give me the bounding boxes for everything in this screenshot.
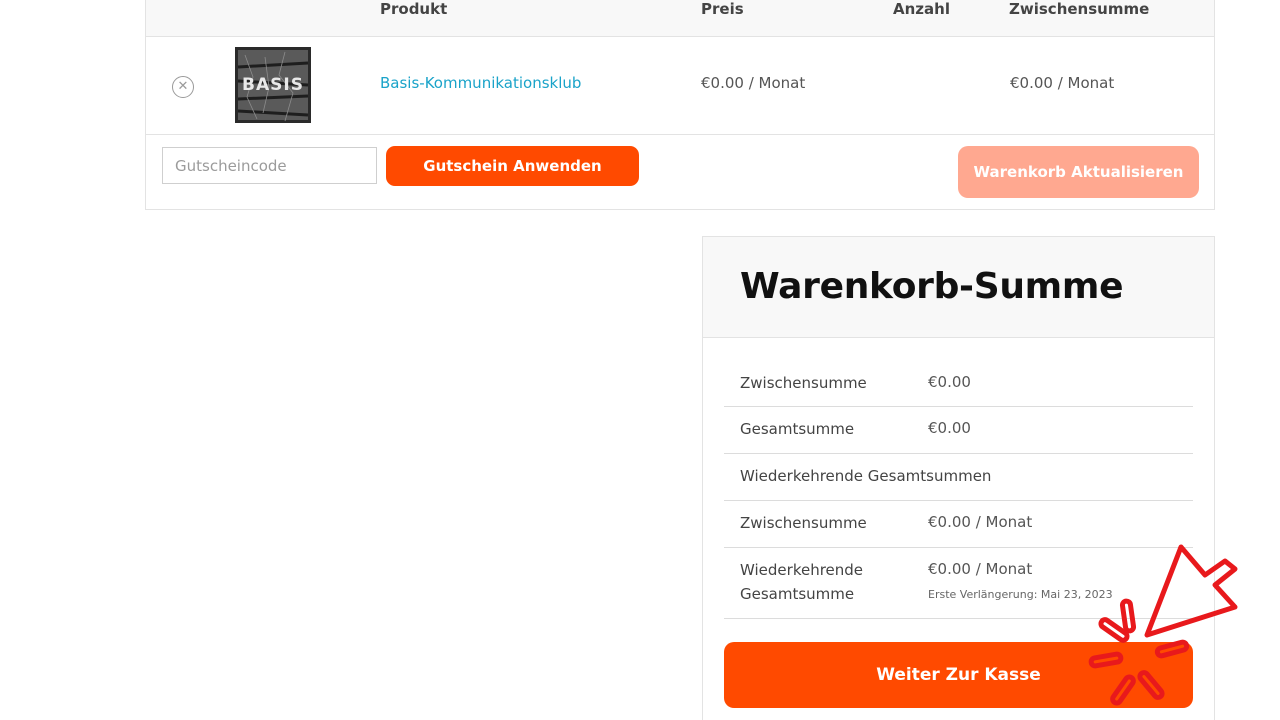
- totals-value: €0.00 / Monat: [928, 560, 1033, 578]
- apply-coupon-button[interactable]: Gutschein Anwenden: [386, 146, 639, 186]
- product-name-link[interactable]: Basis-Kommunikationsklub: [380, 74, 581, 92]
- totals-row-recurring-total: Wiederkehrende Gesamtsumme €0.00 / Monat…: [724, 548, 1193, 619]
- product-thumbnail[interactable]: BASIS: [235, 47, 311, 123]
- totals-value: €0.00: [928, 373, 971, 391]
- coupon-code-input[interactable]: [162, 147, 377, 184]
- totals-value: €0.00: [928, 419, 971, 437]
- item-price: €0.00 / Monat: [701, 74, 806, 92]
- first-renewal-note: Erste Verlängerung: Mai 23, 2023: [928, 588, 1113, 601]
- totals-value: €0.00 / Monat: [928, 513, 1033, 531]
- totals-label: Zwischensumme: [740, 514, 867, 532]
- close-circle-icon: ✕: [177, 79, 189, 94]
- cart-table-header: Produkt Preis Anzahl Zwischensumme: [146, 0, 1214, 37]
- item-subtotal: €0.00 / Monat: [1010, 74, 1115, 92]
- totals-label: Wiederkehrende Gesamtsumme: [740, 561, 864, 603]
- update-cart-button[interactable]: Warenkorb Aktualisieren: [958, 146, 1199, 198]
- cart-totals: Warenkorb-Summe Zwischensumme €0.00 Gesa…: [702, 236, 1215, 720]
- totals-label: Wiederkehrende Gesamtsummen: [740, 467, 992, 485]
- cart-totals-header: Warenkorb-Summe: [703, 237, 1214, 338]
- cart-item-row: ✕ BASIS Basis-Kommunikationsklub €0.00 /…: [146, 37, 1214, 135]
- header-product: Produkt: [380, 0, 448, 18]
- totals-label: Gesamtsumme: [740, 420, 855, 438]
- cart-table: Produkt Preis Anzahl Zwischensumme ✕ BAS…: [145, 0, 1215, 210]
- totals-row-recurring-subtotal: Zwischensumme €0.00 / Monat: [724, 501, 1193, 548]
- totals-row-subtotal: Zwischensumme €0.00: [724, 359, 1193, 407]
- header-subtotal: Zwischensumme: [1009, 0, 1150, 18]
- header-quantity: Anzahl: [893, 0, 950, 18]
- totals-row-total: Gesamtsumme €0.00: [724, 407, 1193, 454]
- totals-label: Zwischensumme: [740, 374, 867, 392]
- thumbnail-label: BASIS: [242, 75, 304, 95]
- cart-totals-title: Warenkorb-Summe: [740, 266, 1124, 307]
- totals-row-recurring-heading: Wiederkehrende Gesamtsummen: [724, 454, 1193, 501]
- proceed-to-checkout-button[interactable]: Weiter Zur Kasse: [724, 642, 1193, 708]
- header-price: Preis: [701, 0, 744, 18]
- remove-item-button[interactable]: ✕: [172, 76, 194, 98]
